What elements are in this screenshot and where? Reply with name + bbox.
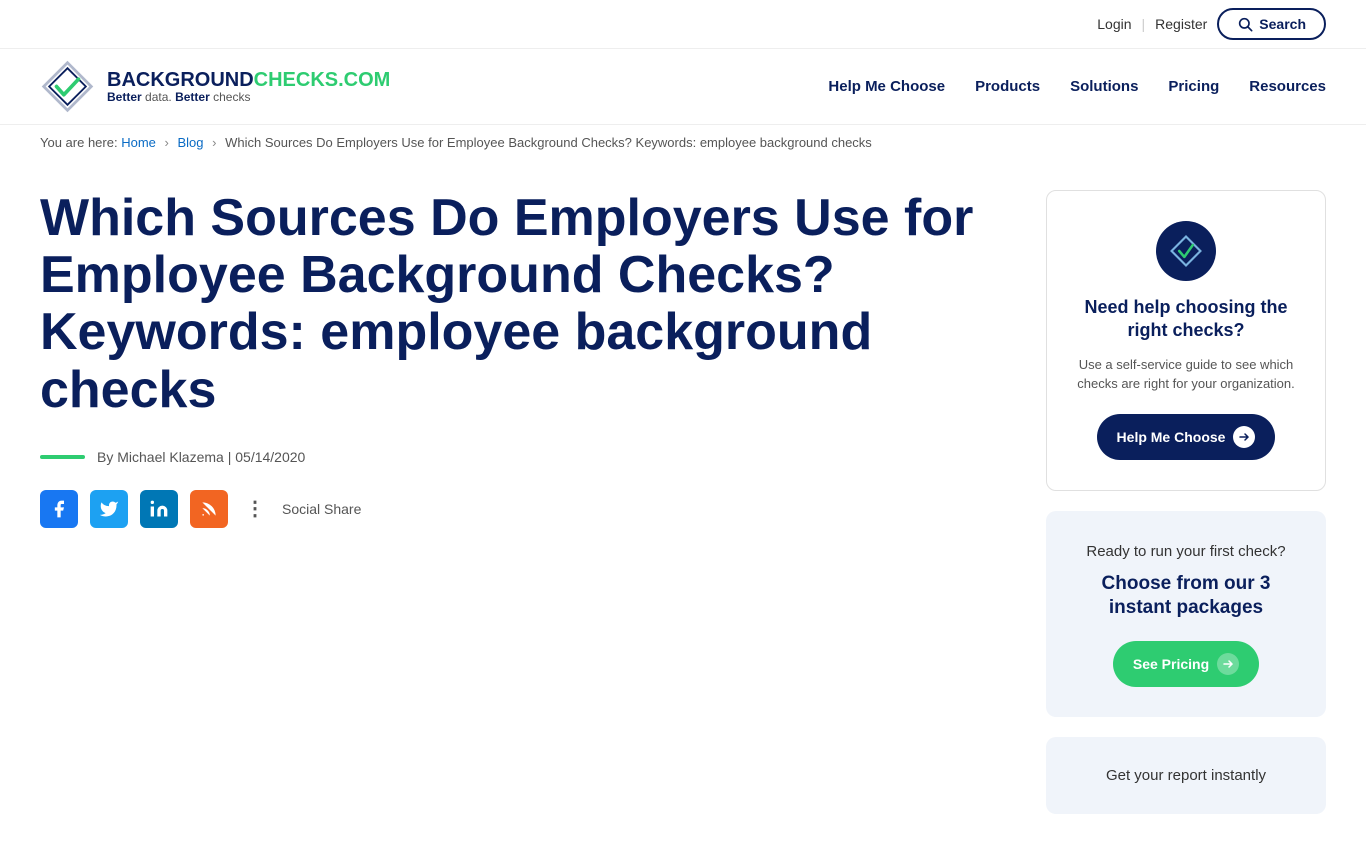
nav-solutions[interactable]: Solutions xyxy=(1070,78,1138,95)
author-line: By Michael Klazema | 05/14/2020 xyxy=(40,449,1006,465)
diamond-check-icon xyxy=(1169,234,1203,268)
logo-text: BACKGROUNDCHECKS.COM Better data. Better… xyxy=(107,70,390,104)
content-wrapper: Which Sources Do Employers Use for Emplo… xyxy=(0,160,1366,844)
sidebar-card-pricing: Ready to run your first check? Choose fr… xyxy=(1046,511,1326,717)
nav-products[interactable]: Products xyxy=(975,78,1040,95)
twitter-share-button[interactable] xyxy=(90,490,128,528)
arrow-right-pricing-icon xyxy=(1222,658,1234,670)
divider: | xyxy=(1142,16,1146,32)
sidebar-card-help: Need help choosing the right checks? Use… xyxy=(1046,190,1326,491)
breadcrumb-home[interactable]: Home xyxy=(121,135,156,150)
author-text: By Michael Klazema | 05/14/2020 xyxy=(97,449,305,465)
search-button[interactable]: Search xyxy=(1217,8,1326,40)
logo-brand: BACKGROUNDCHECKS.COM xyxy=(107,70,390,90)
breadcrumb-sep2: › xyxy=(212,135,216,150)
facebook-icon xyxy=(49,499,69,519)
search-icon xyxy=(1237,16,1253,32)
social-share-row: ⋮ Social Share xyxy=(40,490,1006,528)
breadcrumb-current: Which Sources Do Employers Use for Emplo… xyxy=(225,135,872,150)
card2-heading-bold: Choose from our 3 instant packages xyxy=(1071,572,1301,621)
author-bar xyxy=(40,455,85,459)
sidebar: Need help choosing the right checks? Use… xyxy=(1046,190,1326,814)
breadcrumb-blog[interactable]: Blog xyxy=(178,135,204,150)
social-share-label: Social Share xyxy=(282,501,361,517)
social-more-button[interactable]: ⋮ xyxy=(240,494,270,524)
breadcrumb: You are here: Home › Blog › Which Source… xyxy=(0,125,1366,160)
article-main: Which Sources Do Employers Use for Emplo… xyxy=(40,190,1006,814)
top-bar: Login | Register Search xyxy=(0,0,1366,49)
arrow-circle-icon xyxy=(1233,426,1255,448)
facebook-share-button[interactable] xyxy=(40,490,78,528)
arrow-circle-pricing-icon xyxy=(1217,653,1239,675)
logo-area: BACKGROUNDCHECKS.COM Better data. Better… xyxy=(40,59,390,114)
card1-heading: Need help choosing the right checks? xyxy=(1072,296,1300,343)
linkedin-icon xyxy=(149,499,169,519)
help-me-choose-button[interactable]: Help Me Choose xyxy=(1097,414,1276,460)
article-title: Which Sources Do Employers Use for Emplo… xyxy=(40,190,1006,419)
nav-pricing[interactable]: Pricing xyxy=(1168,78,1219,95)
main-nav: Help Me Choose Products Solutions Pricin… xyxy=(828,78,1326,95)
logo-tagline: Better data. Better checks xyxy=(107,90,390,104)
rss-share-button[interactable] xyxy=(190,490,228,528)
linkedin-share-button[interactable] xyxy=(140,490,178,528)
breadcrumb-sep1: › xyxy=(165,135,169,150)
nav-resources[interactable]: Resources xyxy=(1249,78,1326,95)
register-link[interactable]: Register xyxy=(1155,16,1207,32)
card-icon-help xyxy=(1156,221,1216,281)
see-pricing-button[interactable]: See Pricing xyxy=(1113,641,1259,687)
rss-icon xyxy=(199,499,219,519)
bottom-card-text: Get your report instantly xyxy=(1071,767,1301,784)
card2-heading-light: Ready to run your first check? xyxy=(1071,541,1301,562)
nav-help-me-choose[interactable]: Help Me Choose xyxy=(828,78,945,95)
logo-icon xyxy=(40,59,95,114)
breadcrumb-prefix: You are here: xyxy=(40,135,118,150)
twitter-icon xyxy=(99,499,119,519)
sidebar-card-report: Get your report instantly xyxy=(1046,737,1326,814)
card1-desc: Use a self-service guide to see which ch… xyxy=(1072,355,1300,394)
arrow-right-icon xyxy=(1238,431,1250,443)
login-link[interactable]: Login xyxy=(1097,16,1131,32)
main-header: BACKGROUNDCHECKS.COM Better data. Better… xyxy=(0,49,1366,125)
